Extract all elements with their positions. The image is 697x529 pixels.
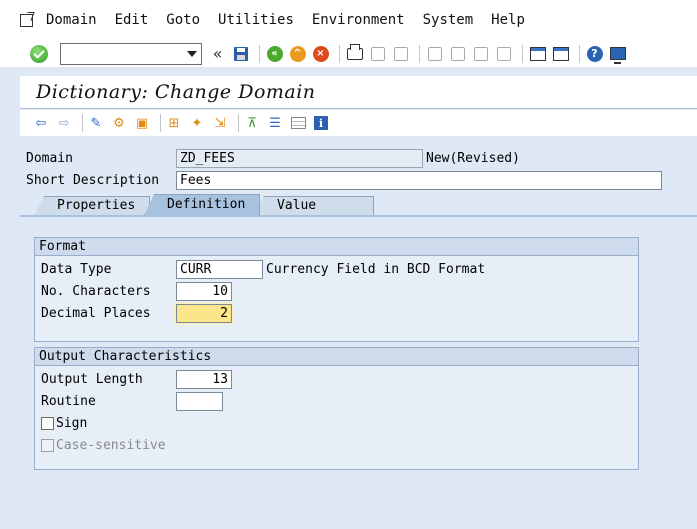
- find-next-icon: [393, 46, 408, 61]
- last-page-icon: [496, 46, 511, 61]
- toolbar-separator: [419, 44, 420, 63]
- window-menu-icon[interactable]: [18, 12, 36, 28]
- find-button[interactable]: [368, 44, 387, 63]
- case-sensitive-label: Case-sensitive: [56, 438, 166, 453]
- chevron-down-icon[interactable]: [187, 50, 197, 57]
- menu-system[interactable]: System: [423, 12, 474, 28]
- domain-status: New(Revised): [426, 151, 520, 166]
- back-button[interactable]: «: [265, 44, 284, 63]
- activate-icon[interactable]: ▣: [133, 114, 151, 132]
- toolbar-separator: [579, 44, 580, 63]
- monitor-icon: [609, 47, 626, 64]
- no-characters-label: No. Characters: [41, 284, 151, 299]
- list-icon[interactable]: ☰: [266, 114, 284, 132]
- layout-menu-button[interactable]: [608, 44, 627, 64]
- back-icon: «: [266, 45, 283, 62]
- decimal-places-field[interactable]: 2: [176, 304, 232, 323]
- data-type-field[interactable]: CURR: [176, 260, 263, 279]
- command-field[interactable]: [60, 42, 202, 65]
- other-object-icon[interactable]: ⚙: [110, 114, 128, 132]
- table-icon-shape: [290, 117, 306, 129]
- application-toolbar: ⇦ ⇨ ✎ ⚙ ▣ ⊞ ✦ ⇲ ⊼ ☰ i: [20, 110, 697, 136]
- format-group-title: Format: [35, 238, 638, 256]
- menu-edit[interactable]: Edit: [115, 12, 149, 28]
- definition-panel: Format Data Type CURR Currency Field in …: [20, 217, 697, 529]
- menu-environment[interactable]: Environment: [312, 12, 405, 28]
- no-characters-field[interactable]: 10: [176, 282, 232, 301]
- enter-check-icon[interactable]: [30, 44, 48, 63]
- first-page-button[interactable]: [425, 44, 444, 63]
- hierarchy-icon[interactable]: ⊼: [243, 114, 261, 132]
- data-type-label: Data Type: [41, 262, 112, 277]
- find-icon: [370, 46, 385, 61]
- print-button[interactable]: [345, 43, 364, 63]
- toolbar-separator: [82, 114, 83, 132]
- toolbar-separator: [238, 114, 239, 132]
- menu-utilities[interactable]: Utilities: [218, 12, 294, 28]
- domain-label: Domain: [26, 151, 73, 166]
- print-icon: [346, 43, 363, 60]
- sign-label: Sign: [56, 416, 88, 431]
- save-icon: [233, 46, 248, 61]
- test-icon[interactable]: ⇲: [211, 114, 229, 132]
- exit-button[interactable]: ^: [288, 44, 307, 63]
- output-length-label: Output Length: [41, 372, 143, 387]
- new-session-button[interactable]: [528, 44, 547, 63]
- where-used-icon[interactable]: ⊞: [165, 114, 183, 132]
- previous-page-icon: [450, 46, 465, 61]
- title-bar: Dictionary: Change Domain: [20, 76, 697, 109]
- decimal-places-label: Decimal Places: [41, 306, 151, 321]
- main-area: Domain ZD_FEES New(Revised) Short Descri…: [20, 137, 697, 529]
- data-type-description: Currency Field in BCD Format: [266, 262, 486, 277]
- cancel-button[interactable]: ×: [311, 44, 330, 63]
- shortcut-button[interactable]: [551, 44, 570, 63]
- check-icon[interactable]: ✦: [188, 114, 206, 132]
- toolbar-separator: [339, 44, 340, 63]
- next-page-icon: [473, 46, 488, 61]
- collapse-toolbar-icon[interactable]: «: [208, 44, 227, 63]
- info-icon: i: [314, 116, 328, 130]
- save-button[interactable]: [231, 44, 250, 63]
- find-next-button[interactable]: [391, 44, 410, 63]
- sign-checkbox[interactable]: [41, 417, 54, 430]
- domain-field[interactable]: ZD_FEES: [176, 149, 423, 168]
- display-change-icon[interactable]: ✎: [87, 114, 105, 132]
- new-session-icon: [529, 46, 546, 61]
- routine-field[interactable]: [176, 392, 223, 411]
- tab-definition[interactable]: Definition: [144, 194, 260, 216]
- standard-toolbar: « « ^ × ?: [0, 40, 697, 68]
- output-length-field[interactable]: 13: [176, 370, 232, 389]
- information-button[interactable]: i: [312, 114, 330, 132]
- help-icon: ?: [586, 45, 603, 62]
- output-group-title: Output Characteristics: [35, 348, 638, 366]
- toolbar-separator: [522, 44, 523, 63]
- first-page-icon: [427, 46, 442, 61]
- shortcut-icon: [552, 46, 569, 61]
- tab-strip: Properties Definition Value Range: [34, 194, 374, 216]
- menu-goto[interactable]: Goto: [166, 12, 200, 28]
- menu-domain[interactable]: Domain: [46, 12, 97, 28]
- last-page-button[interactable]: [494, 44, 513, 63]
- short-description-label: Short Description: [26, 173, 160, 188]
- routine-label: Routine: [41, 394, 96, 409]
- menu-help[interactable]: Help: [491, 12, 525, 28]
- next-page-button[interactable]: [471, 44, 490, 63]
- tab-properties[interactable]: Properties: [34, 196, 150, 216]
- toolbar-separator: [259, 44, 260, 63]
- page-title: Dictionary: Change Domain: [36, 81, 316, 103]
- tab-value-range[interactable]: Value Range: [254, 196, 374, 216]
- menu-bar: Domain Edit Goto Utilities Environment S…: [0, 0, 697, 40]
- arrow-right-icon[interactable]: ⇨: [55, 114, 73, 132]
- short-description-field[interactable]: Fees: [176, 171, 662, 190]
- case-sensitive-checkbox: [41, 439, 54, 452]
- arrow-left-icon[interactable]: ⇦: [32, 114, 50, 132]
- previous-page-button[interactable]: [448, 44, 467, 63]
- toolbar-separator: [160, 114, 161, 132]
- help-button[interactable]: ?: [585, 44, 604, 63]
- exit-icon: ^: [289, 45, 306, 62]
- table-icon[interactable]: [289, 114, 307, 132]
- cancel-icon: ×: [312, 45, 329, 62]
